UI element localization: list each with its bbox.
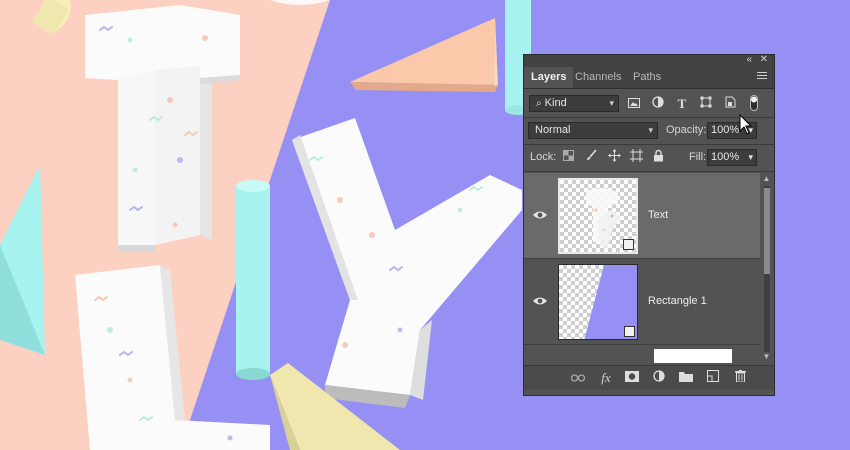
lock-pixels-icon[interactable] (583, 149, 599, 165)
eye-icon[interactable] (532, 209, 548, 221)
adjustment-filter-icon[interactable] (650, 96, 666, 112)
trash-icon[interactable] (732, 370, 748, 386)
fx-icon[interactable]: fx (598, 370, 614, 386)
layer-name: Text (648, 209, 669, 221)
chevron-down-icon: ▾ (648, 125, 653, 135)
folder-icon[interactable] (678, 370, 694, 386)
lock-row: Lock: Fill: 100% ▾ (524, 147, 774, 169)
new-layer-icon[interactable] (705, 370, 721, 386)
lock-label: Lock: (530, 151, 557, 163)
layers-scrollbar[interactable]: ▲ ▼ (761, 174, 772, 364)
pixel-filter-icon[interactable] (626, 96, 642, 112)
shape-badge-icon (624, 326, 635, 337)
layer-row-partial[interactable] (524, 345, 760, 363)
smart-object-filter-icon[interactable] (722, 96, 738, 112)
filter-kind-dropdown[interactable]: ⌕ Kind ▾ (529, 95, 619, 112)
tab-layers[interactable]: Layers (524, 67, 574, 88)
chevron-down-icon[interactable]: ▾ (748, 150, 753, 165)
layer-row-rectangle[interactable]: Rectangle 1 (524, 259, 760, 345)
lock-artboard-icon[interactable] (628, 149, 644, 165)
lock-all-icon[interactable] (650, 149, 666, 165)
panel-bottom-toolbar: fx (524, 365, 774, 390)
layer-thumbnail (654, 349, 732, 363)
panel-titlebar: « ✕ (524, 54, 774, 67)
adjustment-icon[interactable] (651, 370, 667, 386)
mask-icon[interactable] (624, 370, 640, 386)
filter-row: ⌕ Kind ▾ T (524, 93, 774, 113)
layers-panel: « ✕ Layers Channels Paths ⌕ Kind ▾ T Nor… (523, 54, 775, 396)
eye-icon[interactable] (532, 295, 548, 307)
fill-label: Fill: (689, 151, 707, 163)
layers-list: Text Rectangle 1 (524, 173, 774, 363)
blend-mode-value: Normal (535, 124, 571, 136)
layer-thumbnail (558, 264, 638, 340)
layer-row-text[interactable]: Text (524, 173, 760, 259)
smart-object-badge-icon (623, 239, 634, 250)
opacity-value: 100% (711, 124, 740, 136)
chevron-down-icon: ▾ (609, 98, 614, 108)
scrollbar-thumb[interactable] (764, 188, 770, 274)
tab-channels[interactable]: Channels (568, 67, 628, 88)
link-icon[interactable] (570, 370, 586, 386)
panel-menu-icon[interactable] (757, 72, 767, 81)
layer-name: Rectangle 1 (648, 295, 707, 307)
chevron-down-icon[interactable]: ▼ (761, 352, 772, 361)
tab-paths[interactable]: Paths (626, 67, 668, 88)
filter-kind-label: Kind (544, 97, 567, 109)
search-icon: ⌕ (536, 98, 542, 109)
mouse-cursor-icon (739, 114, 753, 135)
filter-toggle-icon[interactable] (746, 95, 762, 111)
blend-mode-dropdown[interactable]: Normal ▾ (528, 122, 658, 139)
type-filter-icon[interactable]: T (674, 96, 690, 112)
blend-row: Normal ▾ Opacity: 100% ▾ (524, 120, 774, 142)
layer-thumbnail (558, 178, 638, 254)
chevron-up-icon[interactable]: ▲ (761, 174, 772, 183)
close-icon[interactable]: ✕ (760, 54, 768, 66)
fill-value: 100% (711, 151, 740, 163)
lock-transparent-icon[interactable] (560, 149, 576, 165)
collapse-icon[interactable]: « (746, 54, 752, 66)
opacity-label: Opacity: (666, 124, 707, 136)
lock-position-icon[interactable] (606, 149, 622, 165)
shape-filter-icon[interactable] (698, 96, 714, 112)
panel-tabs: Layers Channels Paths (524, 67, 774, 89)
fill-field[interactable]: 100% ▾ (707, 149, 757, 166)
